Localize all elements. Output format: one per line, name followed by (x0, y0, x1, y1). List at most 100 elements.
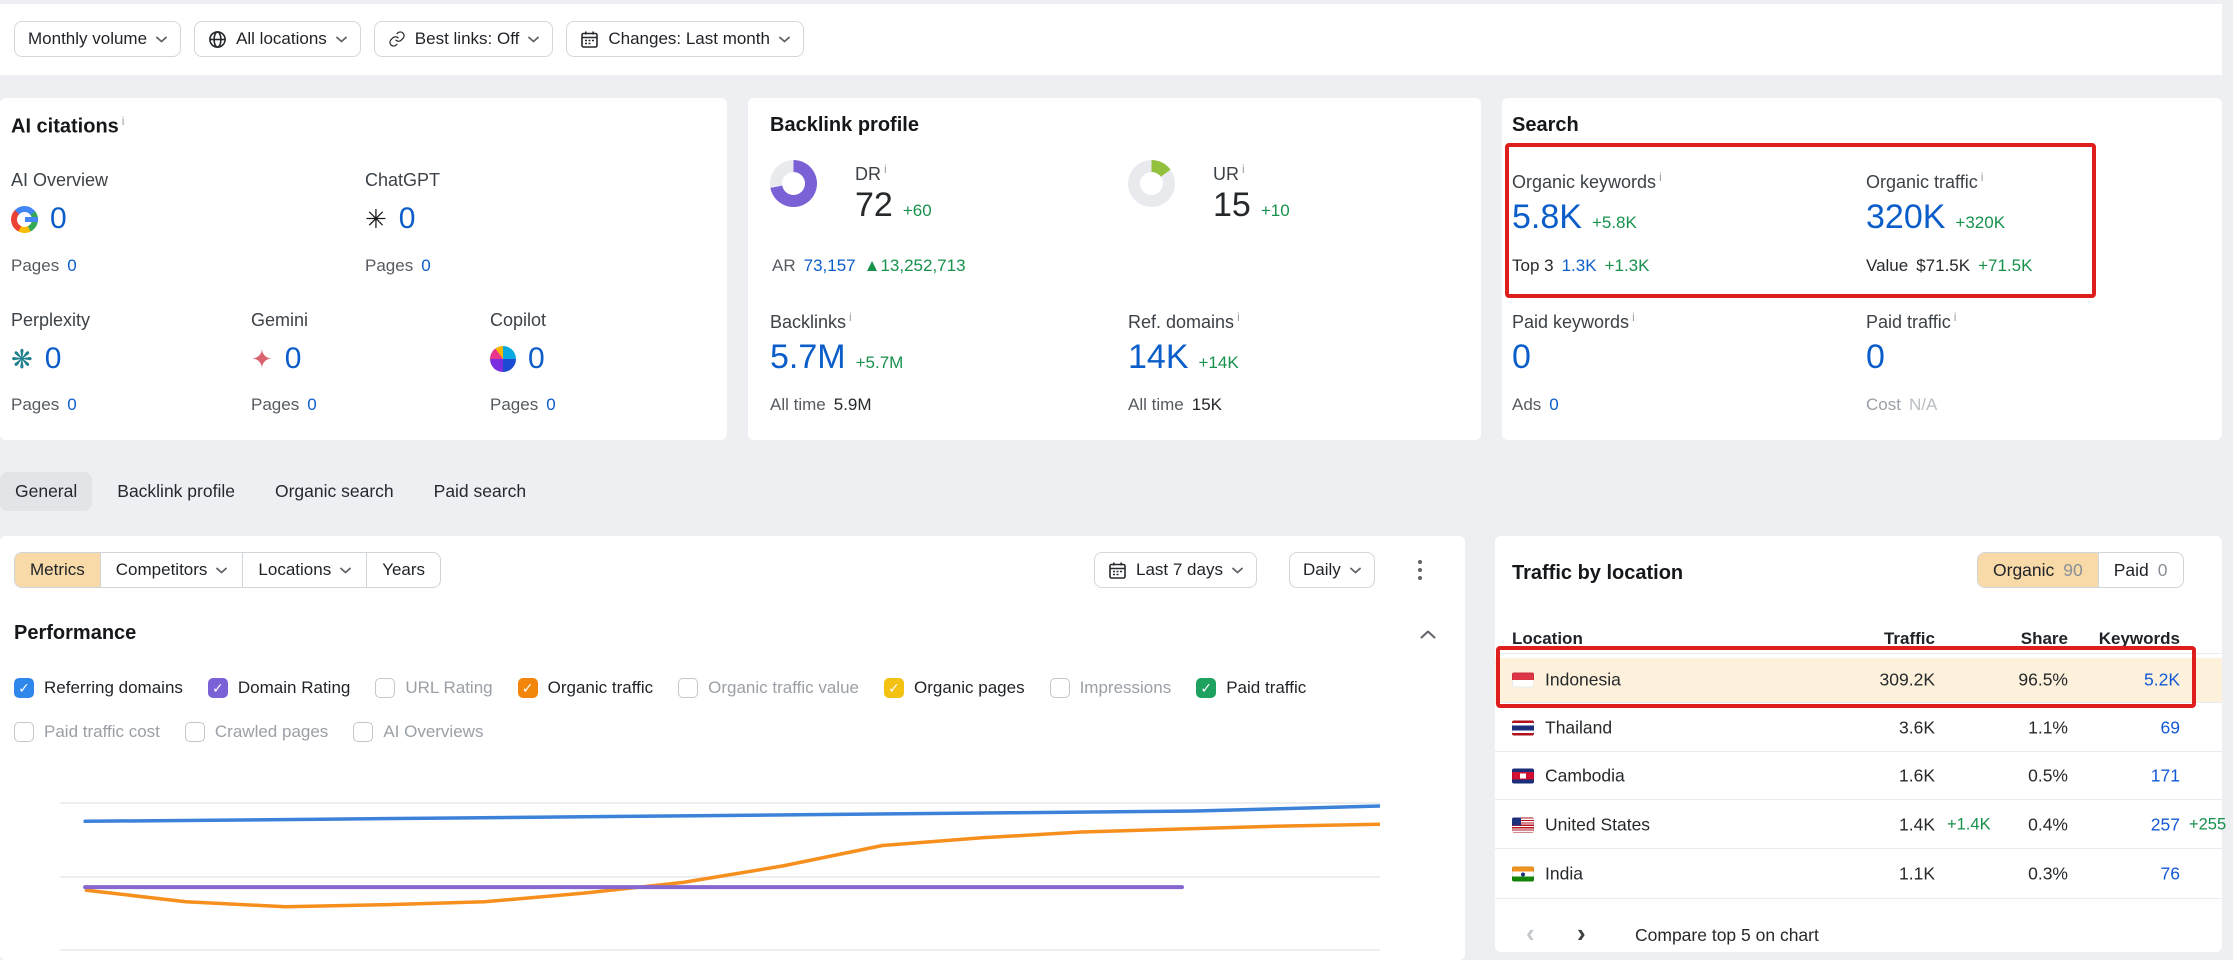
best-links-dropdown[interactable]: Best links: Off (374, 21, 554, 57)
perplexity-pages-link[interactable]: 0 (67, 395, 76, 415)
value-label: Value (1866, 256, 1908, 276)
checkbox-organic-pages[interactable]: ✓Organic pages (884, 678, 1025, 698)
toggle-organic[interactable]: Organic 90 (1978, 553, 2098, 587)
info-icon[interactable]: i (1659, 170, 1662, 184)
gemini-pages-link[interactable]: 0 (307, 395, 316, 415)
compare-top5-label: Compare top 5 on chart (1635, 925, 1819, 946)
info-icon[interactable]: i (1954, 310, 1957, 324)
keywords-link[interactable]: 69 (2161, 717, 2180, 737)
checkbox-organic-traffic[interactable]: ✓Organic traffic (518, 678, 654, 698)
info-icon[interactable]: i (1242, 162, 1245, 176)
checkbox-paid-traffic-cost[interactable]: Paid traffic cost (14, 722, 160, 742)
dr-delta: +60 (903, 201, 932, 221)
granularity-dropdown[interactable]: Daily (1289, 552, 1375, 588)
backlinks-alltime-value: 5.9M (834, 395, 872, 415)
locations-dropdown[interactable]: All locations (194, 21, 361, 57)
ai-overview-pages-link[interactable]: 0 (67, 256, 76, 276)
filter-toolbar: Monthly volume All locations Best links:… (0, 4, 2222, 75)
paid-keywords-value-link[interactable]: 0 (1512, 338, 1531, 377)
tab-paid-search[interactable]: Paid search (419, 472, 541, 511)
best-links-label: Best links: Off (415, 29, 520, 49)
info-icon[interactable]: i (1237, 310, 1240, 324)
tab-backlink-profile[interactable]: Backlink profile (102, 472, 250, 511)
ar-value-link[interactable]: 73,157 (804, 256, 856, 276)
keywords-delta: +255 (2189, 815, 2226, 834)
organic-traffic-value-link[interactable]: 320K (1866, 198, 1945, 237)
checkbox-ai-overviews[interactable]: AI Overviews (353, 722, 483, 742)
chevron-down-icon (779, 36, 790, 43)
info-icon[interactable]: i (122, 114, 125, 128)
chart-mode-segmented-control: Metrics Competitors Locations Years (14, 552, 441, 588)
ai-citations-card: AI citationsi AI Overview 0 Pages 0 Chat… (0, 98, 727, 440)
copilot-pages-link[interactable]: 0 (546, 395, 555, 415)
checkbox-crawled-pages[interactable]: Crawled pages (185, 722, 328, 742)
changes-dropdown[interactable]: Changes: Last month (566, 21, 804, 57)
copilot-label: Copilot (490, 310, 546, 331)
chevron-down-icon (1232, 567, 1243, 574)
checkbox-url-rating[interactable]: URL Rating (375, 678, 492, 698)
table-row-cambodia[interactable]: Cambodia 1.6K 0.5% 171 (1495, 751, 2222, 800)
backlink-profile-title: Backlink profile (770, 114, 919, 137)
paid-keywords-label: Paid keywordsi (1512, 310, 1635, 333)
pager-next-icon[interactable]: › (1577, 920, 1586, 946)
backlinks-label: Backlinksi (770, 310, 852, 333)
google-g-icon (11, 206, 38, 233)
table-row-indonesia[interactable]: Indonesia 309.2K 96.5% 5.2K (1495, 658, 2222, 702)
info-icon[interactable]: i (1981, 170, 1984, 184)
united-states-flag-icon (1512, 817, 1534, 832)
ai-overview-count: 0 (50, 202, 67, 236)
keywords-link[interactable]: 5.2K (2144, 670, 2180, 690)
table-row-united-states[interactable]: United States 1.4K +1.4K 0.4% 257 +255 (1495, 799, 2222, 849)
locations-label: All locations (236, 29, 327, 49)
metric-checkbox-row-2: Paid traffic cost Crawled pages AI Overv… (14, 722, 483, 742)
more-options-kebab-icon[interactable] (1408, 556, 1432, 584)
monthly-volume-dropdown[interactable]: Monthly volume (14, 21, 181, 57)
segment-metrics[interactable]: Metrics (15, 553, 100, 587)
checkbox-referring-domains[interactable]: ✓Referring domains (14, 678, 183, 698)
tab-general[interactable]: General (0, 472, 92, 511)
search-card: Search Organic keywordsi 5.8K +5.8K Top … (1502, 98, 2222, 440)
collapse-chevron-up-icon[interactable] (1420, 630, 1436, 639)
calendar-icon (580, 30, 599, 49)
backlinks-value-link[interactable]: 5.7M (770, 338, 846, 377)
gemini-label: Gemini (251, 310, 308, 331)
tab-organic-search[interactable]: Organic search (260, 472, 409, 511)
ur-value: 15 (1213, 186, 1251, 225)
ref-domains-label: Ref. domainsi (1128, 310, 1240, 333)
paid-traffic-value-link[interactable]: 0 (1866, 338, 1885, 377)
checkbox-impressions[interactable]: Impressions (1050, 678, 1172, 698)
keywords-link[interactable]: 257 (2151, 814, 2180, 834)
col-share: Share (2021, 629, 2068, 649)
checkbox-domain-rating[interactable]: ✓Domain Rating (208, 678, 350, 698)
info-icon[interactable]: i (849, 310, 852, 324)
table-row-thailand[interactable]: Thailand 3.6K 1.1% 69 (1495, 702, 2222, 752)
toggle-paid[interactable]: Paid 0 (2098, 553, 2183, 587)
link-icon (388, 30, 406, 48)
chevron-down-icon (336, 36, 347, 43)
performance-line-chart[interactable] (60, 766, 1380, 960)
search-title: Search (1512, 114, 1579, 137)
pager-prev-icon[interactable]: ‹ (1526, 920, 1535, 946)
date-range-dropdown[interactable]: Last 7 days (1094, 552, 1257, 588)
ref-domains-value-link[interactable]: 14K (1128, 338, 1189, 377)
traffic-by-location-title: Traffic by location (1512, 562, 1683, 585)
segment-locations[interactable]: Locations (242, 553, 366, 587)
organic-keywords-value-link[interactable]: 5.8K (1512, 198, 1582, 237)
table-row-india[interactable]: India 1.1K 0.3% 76 (1495, 848, 2222, 899)
top3-value-link[interactable]: 1.3K (1562, 256, 1597, 276)
keywords-link[interactable]: 76 (2161, 863, 2180, 883)
changes-label: Changes: Last month (608, 29, 770, 49)
ads-value-link[interactable]: 0 (1549, 395, 1558, 415)
segment-competitors[interactable]: Competitors (100, 553, 243, 587)
checkbox-paid-traffic[interactable]: ✓Paid traffic (1196, 678, 1306, 698)
segment-years[interactable]: Years (366, 553, 440, 587)
alltime-label: All time (770, 395, 826, 415)
info-icon[interactable]: i (884, 162, 887, 176)
perplexity-label: Perplexity (11, 310, 90, 331)
info-icon[interactable]: i (1632, 310, 1635, 324)
globe-icon (208, 30, 227, 49)
checkbox-organic-traffic-value[interactable]: Organic traffic value (678, 678, 859, 698)
backlinks-delta: +5.7M (856, 353, 904, 373)
chatgpt-pages-link[interactable]: 0 (421, 256, 430, 276)
keywords-link[interactable]: 171 (2151, 766, 2180, 786)
